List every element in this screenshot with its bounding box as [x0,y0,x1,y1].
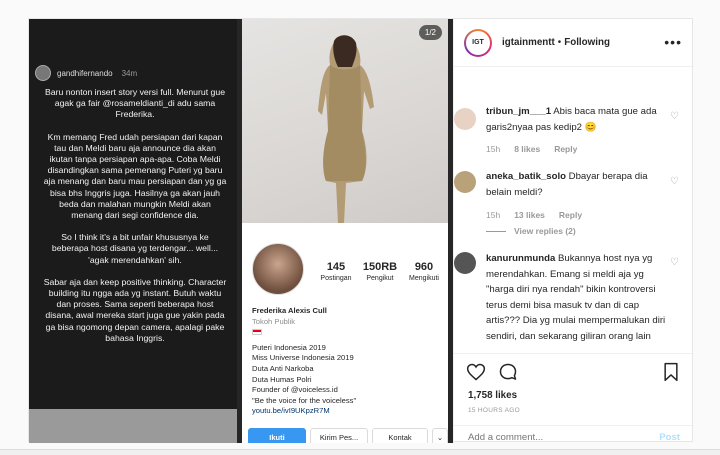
profile-picture [252,243,304,295]
post-timestamp: 15 HOURS AGO [468,407,521,414]
post-sidebar: IGT igtainmentt • Following ••• tribun_j… [453,19,694,443]
comment-text: Bukannya host nya yg merendahkan. Emang … [486,253,666,342]
stat-label: Postingan [320,275,352,282]
photo-counter: 1/2 [418,25,442,40]
like-comment-heart-icon[interactable]: ♡ [670,176,679,187]
profile-stats: 145 Postingan 150RB Pengikut 960 Mengiku… [314,261,446,282]
indonesia-flag-icon [252,329,262,336]
add-comment-bar: Post [454,425,694,445]
commenter-avatar[interactable] [454,108,476,130]
like-count[interactable]: 1,758 likes [468,390,517,401]
instagram-post: gandhifernando 34m Baru nonton insert st… [28,18,694,443]
stat-number: 960 [414,261,434,273]
story-username: gandhifernando [57,68,113,78]
story-bottom-bar [29,409,237,443]
comment-body: kanurunmunda Bukannya host nya yg merend… [486,251,668,344]
bio-line: Duta Anti Narkoba [252,363,314,373]
story-header: gandhifernando 34m [35,65,137,81]
stat-label: Pengikut [366,275,394,282]
bio-line: Miss Universe Indonesia 2019 [252,353,354,363]
comment-meta: 15h 8 likes Reply [486,144,577,154]
like-heart-icon[interactable] [466,362,486,382]
contact-button: Kontak [372,428,428,443]
story-paragraph: Baru nonton insert story versi full. Men… [44,87,226,120]
comment-time: 15h [486,144,501,154]
bio-line: Duta Humas Polri [252,374,312,384]
profile-category: Tokoh Publik [252,316,296,326]
comment-username[interactable]: tribun_jm___1 [486,106,551,117]
story-paragraph: So I think it's a bit unfair khususnya k… [51,232,219,265]
story-panel: gandhifernando 34m Baru nonton insert st… [29,19,237,443]
save-bookmark-icon[interactable] [662,362,680,382]
view-replies-button[interactable]: View replies (2) [486,226,576,236]
comment-likes[interactable]: 8 likes [514,144,540,154]
stat-followers: 150RB Pengikut [358,261,402,282]
following-button[interactable]: Following [564,37,610,48]
story-paragraph: Km memang Fred udah persiapan dari kapan… [43,131,227,221]
horizontal-scrollbar[interactable] [0,449,720,455]
reply-button[interactable]: Reply [559,210,582,220]
story-avatar [35,65,51,81]
account-username[interactable]: igtainmentt [502,37,555,48]
more-button: ⌄ [432,428,448,443]
model-photo: 1/2 [242,19,448,223]
comment-username[interactable]: aneka_batik_solo [486,171,566,182]
account-avatar[interactable]: IGT [464,28,492,57]
message-button: Kirim Pes... [310,428,368,443]
stat-number: 145 [326,261,346,273]
like-comment-heart-icon[interactable]: ♡ [670,111,679,122]
header-separator: • [557,37,562,48]
comment-meta: 15h 13 likes Reply [486,210,582,220]
more-options-icon[interactable]: ••• [664,34,682,50]
follow-button: Ikuti [248,428,306,443]
profile-screenshot: 1/2 145 Postingan 150RB Pengikut 960 Men [242,19,448,443]
post-comment-button[interactable]: Post [659,432,680,443]
comment-body: aneka_batik_solo Dbayar berapa dia belai… [486,169,668,200]
comment-username[interactable]: kanurunmunda [486,253,555,264]
profile-card: 145 Postingan 150RB Pengikut 960 Mengiku… [242,231,448,443]
bio-line: Founder of @voiceless.id [252,385,338,395]
post-actions: 1,758 likes 15 HOURS AGO Post [454,353,694,443]
stat-posts: 145 Postingan [314,261,358,282]
post-header: IGT igtainmentt • Following ••• [454,19,694,67]
add-comment-input[interactable] [468,432,638,443]
profile-buttons: Ikuti Kirim Pes... Kontak ⌄ [248,428,448,443]
comment-body: tribun_jm___1 Abis baca mata gue ada gar… [486,104,668,135]
story-paragraph: Sabar aja dan keep positive thinking. Ch… [43,276,227,343]
profile-bio: Frederika Alexis Cull Tokoh Publik Puter… [252,306,442,417]
action-icons [466,362,518,382]
story-time: 34m [121,68,138,78]
account-avatar-text: IGT [466,30,490,55]
bio-link: youtu.be/ivI9UKpzR7M [252,406,330,416]
story-text: Baru nonton insert story versi full. Men… [43,87,227,355]
commenter-avatar[interactable] [454,171,476,193]
comment-bubble-icon[interactable] [498,362,518,382]
stat-number: 150RB [362,261,398,273]
reply-button[interactable]: Reply [554,144,577,154]
bio-line: Puteri Indonesia 2019 [252,342,326,352]
comment-time: 15h [486,210,501,220]
like-comment-heart-icon[interactable]: ♡ [670,257,679,268]
stat-following: 960 Mengikuti [402,261,446,282]
bio-line: "Be the voice for the voiceless" [252,395,357,405]
stat-label: Mengikuti [409,275,439,282]
model-figure [318,35,374,223]
profile-name: Frederika Alexis Cull [252,306,327,315]
comment-likes[interactable]: 13 likes [514,210,545,220]
post-media[interactable]: gandhifernando 34m Baru nonton insert st… [29,19,453,443]
comments-list[interactable]: tribun_jm___1 Abis baca mata gue ada gar… [454,68,694,352]
commenter-avatar[interactable] [454,252,476,274]
